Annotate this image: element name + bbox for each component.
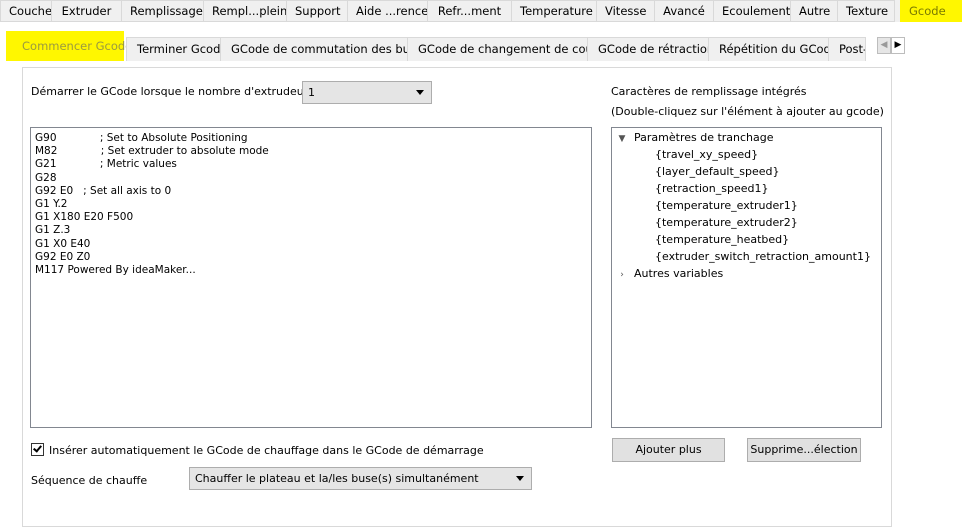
tab-couche[interactable]: Couche bbox=[0, 0, 52, 22]
settings-tab-bar: Couche Extruder Remplissage Rempl...plei… bbox=[0, 0, 962, 22]
gcode-line: G1 X180 E20 F500 bbox=[35, 211, 134, 224]
auto-heat-checkbox[interactable] bbox=[31, 443, 44, 456]
subtab-changement-couche[interactable]: GCode de changement de couche bbox=[407, 37, 613, 61]
tree-group-label: Paramètres de tranchage bbox=[634, 131, 774, 144]
auto-heat-label: Insérer automatiquement le GCode de chau… bbox=[49, 444, 484, 457]
tab-ecoulement[interactable]: Ecoulement bbox=[713, 0, 791, 22]
tree-item[interactable]: {layer_default_speed} bbox=[655, 163, 780, 180]
tab-avance[interactable]: Avancé bbox=[654, 0, 714, 22]
heat-sequence-label: Séquence de chauffe bbox=[31, 474, 148, 487]
subtab-retraction[interactable]: GCode de rétraction bbox=[587, 37, 714, 61]
gcode-line: G28 bbox=[35, 171, 57, 184]
tree-item[interactable]: {retraction_speed1} bbox=[655, 180, 768, 197]
heat-sequence-select[interactable]: Chauffer le plateau et la/les buse(s) si… bbox=[189, 467, 532, 490]
gcode-line: G92 E0 ; Set all axis to 0 bbox=[35, 184, 172, 197]
gcode-line: G1 X0 E40 bbox=[35, 237, 91, 250]
gcode-subtab-bar: Commencer Gcode Terminer Gcode GCode de … bbox=[6, 31, 910, 61]
subtab-post-processing[interactable]: Post-p bbox=[828, 37, 866, 61]
tab-vitesse[interactable]: Vitesse bbox=[596, 0, 655, 22]
tab-extruder[interactable]: Extruder bbox=[51, 0, 122, 22]
tab-autre[interactable]: Autre bbox=[790, 0, 838, 22]
chevron-down-icon[interactable]: ▼ bbox=[616, 131, 628, 148]
gcode-line: G1 Z.3 bbox=[35, 224, 71, 237]
tree-item[interactable]: {temperature_extruder1} bbox=[655, 197, 798, 214]
scroll-left-icon[interactable]: ◀ bbox=[877, 37, 891, 54]
add-more-button[interactable]: Ajouter plus bbox=[612, 438, 725, 462]
builtin-title: Caractères de remplissage intégrés bbox=[611, 85, 807, 98]
tab-texture[interactable]: Texture bbox=[837, 0, 895, 22]
heat-sequence-value: Chauffer le plateau et la/les buse(s) si… bbox=[195, 472, 479, 485]
dropdown-arrow-icon bbox=[416, 90, 424, 95]
chevron-right-icon[interactable]: › bbox=[616, 267, 628, 284]
tree-item[interactable]: {travel_xy_speed} bbox=[655, 146, 758, 163]
tab-highlight-fill bbox=[953, 0, 962, 22]
tab-temperature[interactable]: Temperature bbox=[511, 0, 597, 22]
gcode-line: M117 Powered By ideaMaker... bbox=[35, 264, 196, 277]
subtab-terminer-gcode[interactable]: Terminer Gcode bbox=[126, 37, 227, 61]
gcode-line: G21 ; Metric values bbox=[35, 158, 177, 171]
tree-item[interactable]: {extruder_switch_retraction_amount1} bbox=[655, 248, 871, 265]
gcode-line: G90 ; Set to Absolute Positioning bbox=[35, 132, 248, 144]
gcode-line: M82 ; Set extruder to absolute mode bbox=[35, 145, 269, 158]
tab-support[interactable]: Support bbox=[286, 0, 348, 22]
tree-group-other-variables[interactable]: › Autres variables bbox=[616, 265, 723, 284]
gcode-line: G1 Y.2 bbox=[35, 198, 68, 211]
subtab-repetition-gcode[interactable]: Répétition du GCode bbox=[708, 37, 838, 61]
variables-tree[interactable]: ▼ Paramètres de tranchage {travel_xy_spee… bbox=[611, 127, 882, 428]
subtab-scroll-buttons: ◀ ▶ bbox=[877, 37, 905, 54]
tree-item[interactable]: {temperature_extruder2} bbox=[655, 214, 798, 231]
tree-group-label: Autres variables bbox=[634, 267, 724, 280]
tab-aide-adherence[interactable]: Aide ...rence bbox=[347, 0, 428, 22]
builtin-hint: (Double-cliquez sur l'élément à ajouter … bbox=[611, 105, 884, 118]
tab-remplissage[interactable]: Remplissage bbox=[121, 0, 204, 22]
tab-gcode[interactable]: Gcode bbox=[900, 0, 954, 22]
extruder-count-select[interactable]: 1 bbox=[302, 81, 432, 104]
tab-refroidissement[interactable]: Refr...ment bbox=[427, 0, 512, 22]
delete-selection-button[interactable]: Supprime...élection bbox=[747, 438, 861, 462]
scroll-right-icon[interactable]: ▶ bbox=[891, 37, 905, 54]
tree-item[interactable]: {temperature_heatbed} bbox=[655, 231, 789, 248]
tab-remplissage-plein[interactable]: Rempl...plein bbox=[203, 0, 287, 22]
dropdown-arrow-icon bbox=[516, 476, 524, 481]
gcode-line: G92 E0 Z0 bbox=[35, 250, 91, 263]
extruder-count-label: Démarrer le GCode lorsque le nombre d'ex… bbox=[31, 85, 329, 98]
extruder-count-value: 1 bbox=[308, 86, 315, 99]
checkmark-icon bbox=[33, 443, 42, 453]
gcode-editor[interactable]: G90 ; Set to Absolute Positioning M82 ; … bbox=[30, 127, 592, 428]
subtab-commutation-buses[interactable]: GCode de commutation des buses bbox=[220, 37, 429, 61]
subtab-commencer-gcode[interactable]: Commencer Gcode bbox=[6, 31, 132, 61]
